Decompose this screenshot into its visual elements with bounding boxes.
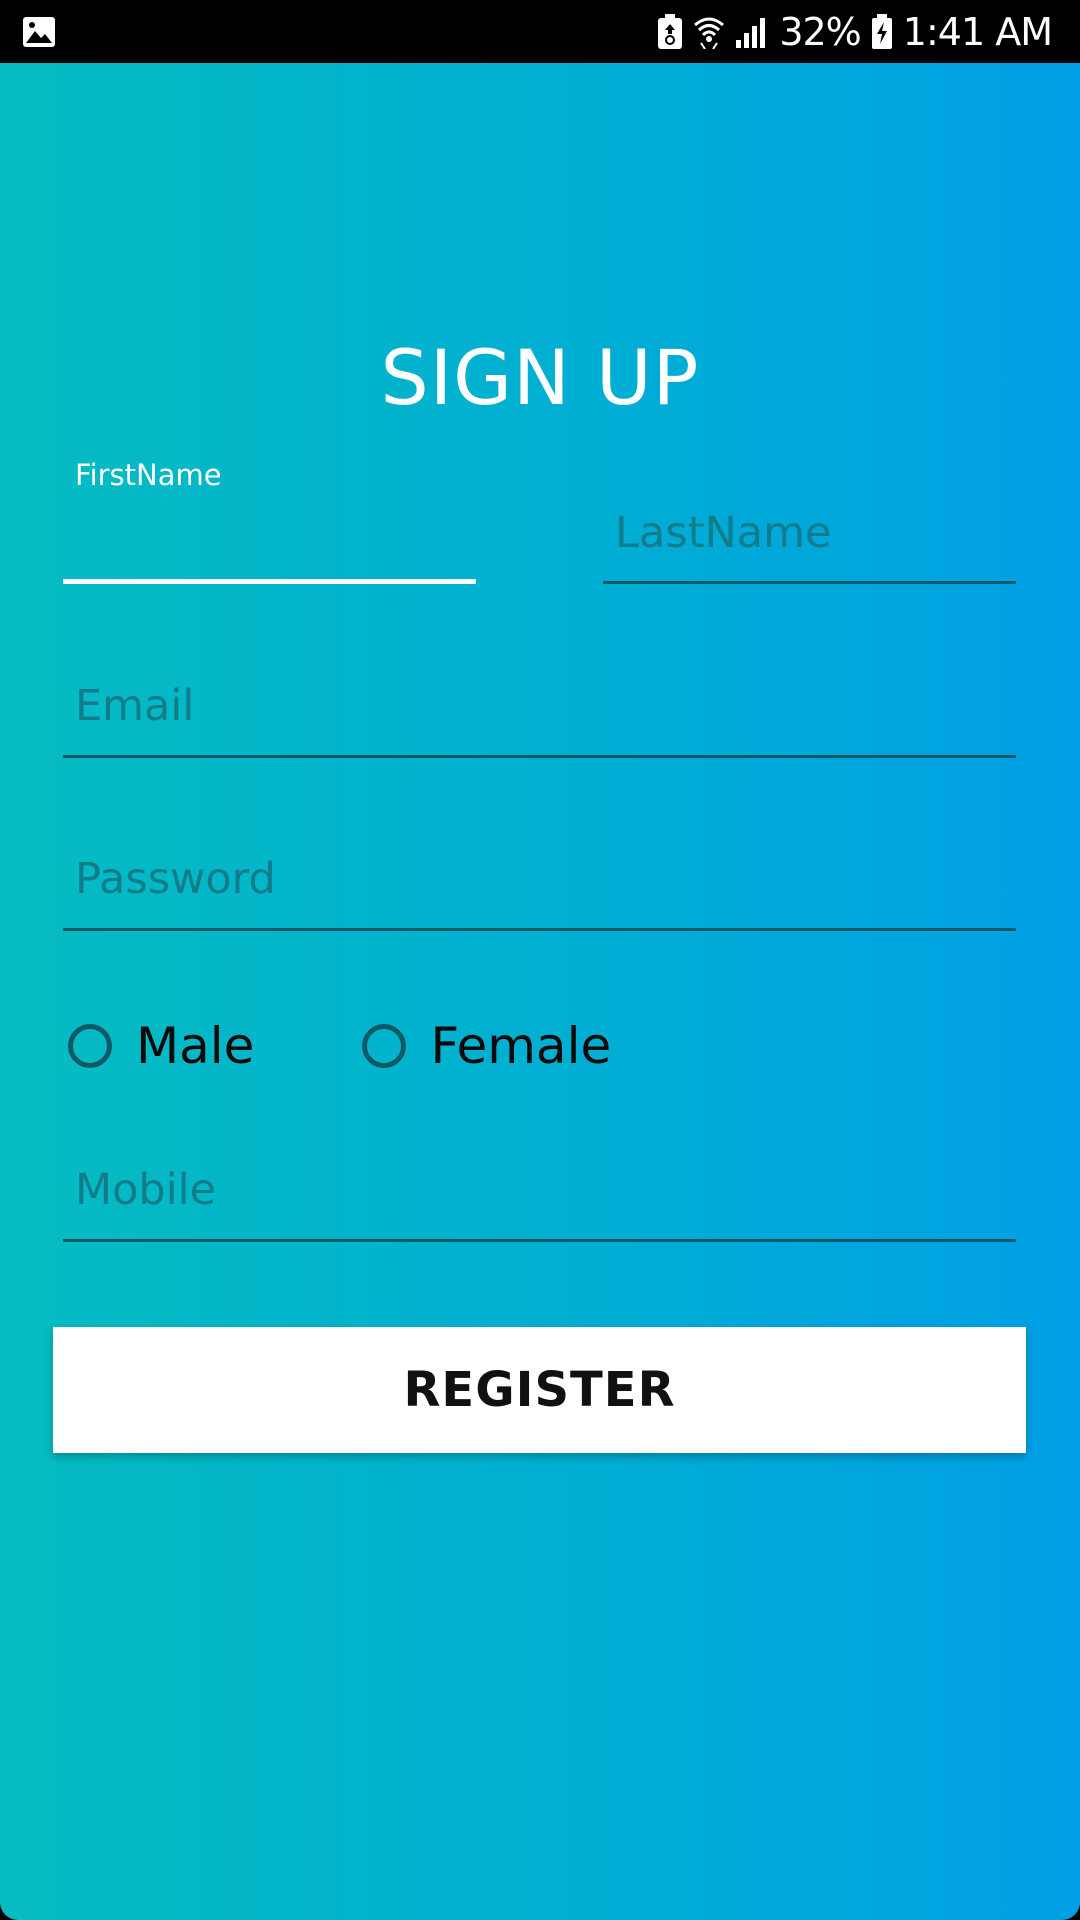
last-name-field[interactable] [603,503,1016,584]
radio-male-circle[interactable] [68,1024,112,1068]
battery-charging-icon [871,13,892,49]
radio-female-circle[interactable] [362,1024,407,1068]
signup-form: SIGN UP FirstName Male [0,63,1080,1920]
clock: 1:41 AM [902,9,1053,54]
cellular-signal-icon [736,17,766,48]
radio-male-label[interactable]: Male [136,1017,254,1075]
radio-female[interactable]: Female [362,1017,611,1075]
first-name-underline [63,579,476,584]
password-input[interactable] [63,849,1016,909]
last-name-input[interactable] [603,503,1016,563]
register-button[interactable]: REGISTER [53,1327,1026,1453]
status-icons: 32% 1:41 AM [657,0,1053,63]
email-input[interactable] [63,676,1016,736]
password-field[interactable] [63,849,1016,931]
first-name-field[interactable]: FirstName [63,458,476,584]
email-underline [63,755,1016,758]
email-field[interactable] [63,676,1016,758]
gender-radio-group: Male Female [68,1017,611,1075]
wifi-icon [694,17,725,49]
mobile-underline [63,1239,1016,1242]
gallery-notification-icon [23,17,55,47]
battery-saver-icon [658,13,683,49]
radio-female-label[interactable]: Female [430,1017,611,1075]
battery-percent: 32% [779,9,861,54]
password-underline [63,928,1016,931]
mobile-field[interactable] [63,1160,1016,1242]
mobile-input[interactable] [63,1160,1016,1220]
first-name-input[interactable] [63,514,476,574]
radio-male[interactable]: Male [68,1017,254,1075]
first-name-label: FirstName [75,458,222,492]
last-name-underline [603,581,1016,584]
status-bar: 32% 1:41 AM [0,0,1080,63]
page-title: SIGN UP [380,333,700,422]
signup-screen: 32% 1:41 AM SIGN UP FirstName LastName E… [0,0,1080,1920]
